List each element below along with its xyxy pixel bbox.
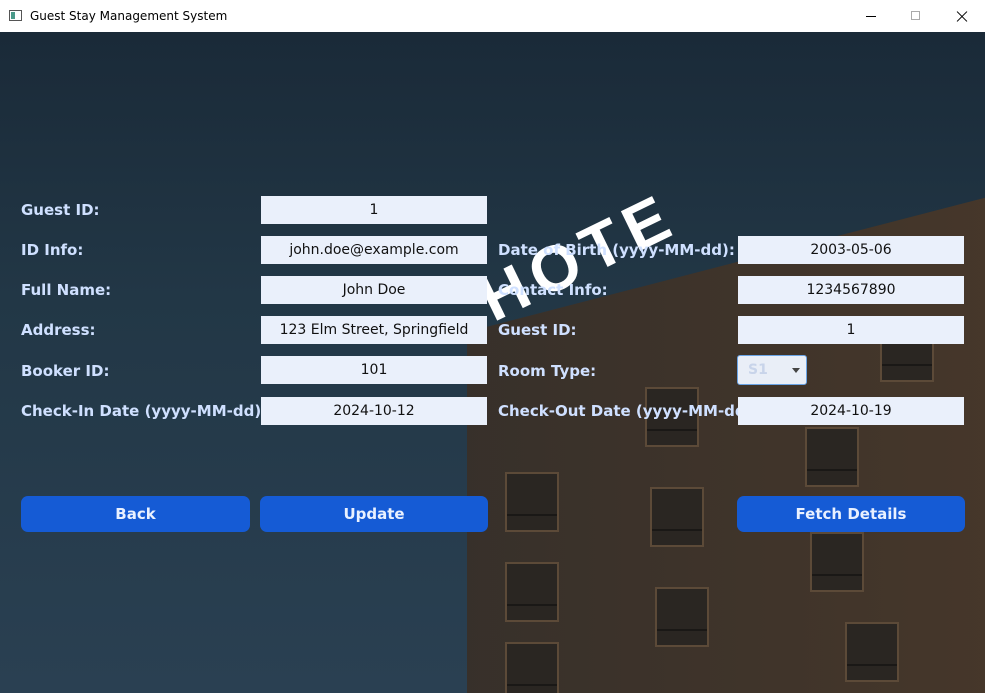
id-info-label: ID Info: bbox=[21, 241, 84, 259]
guest-id-right-label: Guest ID: bbox=[498, 321, 577, 339]
date-of-birth-label: Date of Birth (yyyy-MM-dd): bbox=[498, 241, 735, 259]
room-type-value: S1 bbox=[748, 362, 768, 378]
check-in-date-label: Check-In Date (yyyy-MM-dd): bbox=[21, 402, 268, 420]
building-window bbox=[505, 472, 559, 532]
chevron-down-icon bbox=[792, 368, 800, 373]
check-out-date-label: Check-Out Date (yyyy-MM-dd): bbox=[498, 402, 759, 420]
building-window bbox=[845, 622, 899, 682]
contact-info-field[interactable]: 1234567890 bbox=[738, 276, 964, 304]
close-button[interactable] bbox=[939, 0, 985, 32]
building-window bbox=[650, 487, 704, 547]
building-window bbox=[805, 427, 859, 487]
id-info-field[interactable]: john.doe@example.com bbox=[261, 236, 487, 264]
back-button[interactable]: Back bbox=[21, 496, 250, 532]
guest-id-field[interactable]: 1 bbox=[261, 196, 487, 224]
address-field[interactable]: 123 Elm Street, Springfield bbox=[261, 316, 487, 344]
maximize-button[interactable] bbox=[893, 0, 939, 32]
building-window bbox=[655, 587, 709, 647]
building-window bbox=[505, 642, 559, 693]
contact-info-label: Contact Info: bbox=[498, 281, 608, 299]
room-type-label: Room Type: bbox=[498, 362, 597, 380]
title-bar: Guest Stay Management System bbox=[0, 0, 985, 33]
window-title: Guest Stay Management System bbox=[30, 9, 228, 23]
minimize-button[interactable] bbox=[848, 0, 894, 32]
booker-id-label: Booker ID: bbox=[21, 362, 110, 380]
full-name-label: Full Name: bbox=[21, 281, 112, 299]
building-window bbox=[810, 532, 864, 592]
address-label: Address: bbox=[21, 321, 96, 339]
app-icon bbox=[9, 10, 22, 21]
room-type-dropdown[interactable]: S1 bbox=[737, 355, 807, 385]
background-image bbox=[0, 32, 985, 693]
building-window bbox=[505, 562, 559, 622]
full-name-field[interactable]: John Doe bbox=[261, 276, 487, 304]
guest-id-label: Guest ID: bbox=[21, 201, 100, 219]
fetch-details-button[interactable]: Fetch Details bbox=[737, 496, 965, 532]
check-out-date-field[interactable]: 2024-10-19 bbox=[738, 397, 964, 425]
update-button[interactable]: Update bbox=[260, 496, 488, 532]
check-in-date-field[interactable]: 2024-10-12 bbox=[261, 397, 487, 425]
date-of-birth-field[interactable]: 2003-05-06 bbox=[738, 236, 964, 264]
booker-id-field[interactable]: 101 bbox=[261, 356, 487, 384]
guest-id-right-field[interactable]: 1 bbox=[738, 316, 964, 344]
